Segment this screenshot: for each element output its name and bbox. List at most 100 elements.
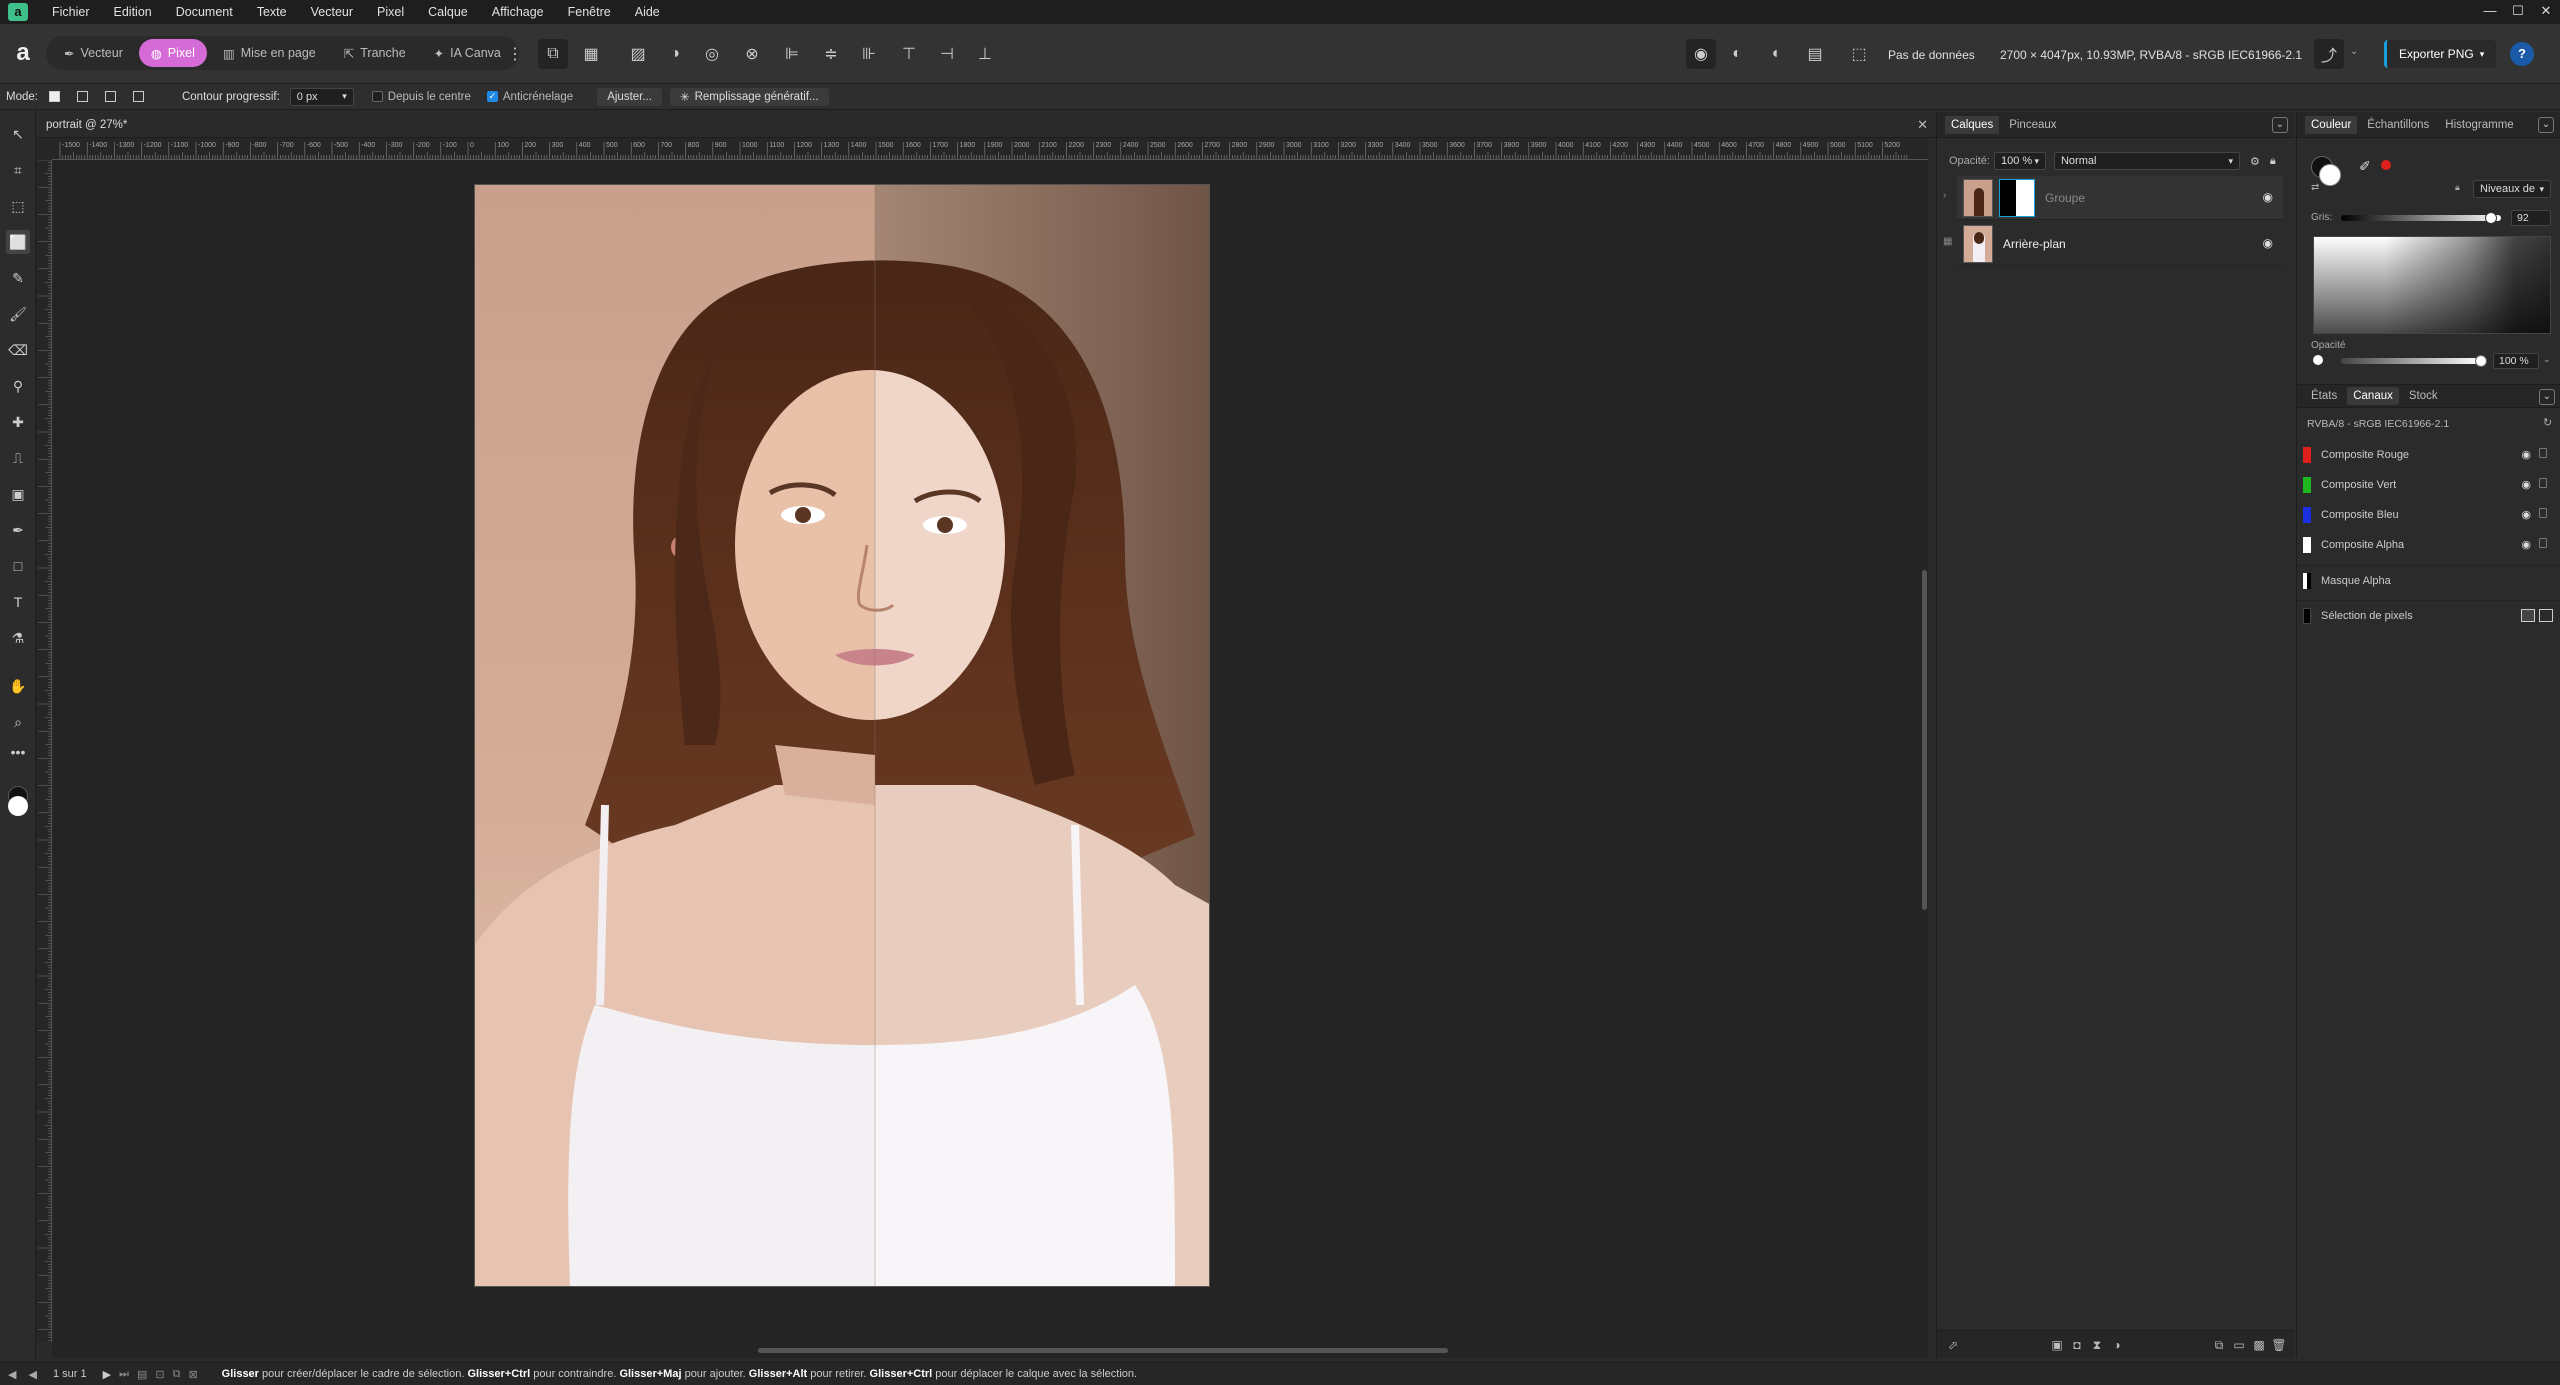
- panel-menu-icon[interactable]: ⌄: [2272, 117, 2288, 133]
- selection-mask-icon[interactable]: [2521, 609, 2535, 622]
- feather-input[interactable]: 0 px ▾: [289, 87, 354, 106]
- swap-colors-icon[interactable]: ⇄: [2311, 182, 2319, 193]
- expand-chevron-icon[interactable]: ›: [1943, 190, 1946, 201]
- mode-intersect-icon[interactable]: [128, 88, 150, 106]
- tab-echantillons[interactable]: Échantillons: [2361, 116, 2435, 134]
- prev-page-icon[interactable]: ◀: [28, 1368, 36, 1381]
- channel-row-vert[interactable]: Composite Vert ◉: [2297, 470, 2560, 500]
- view-eye-icon[interactable]: ◉: [1686, 39, 1716, 69]
- paint-brush-icon[interactable]: 🖌: [6, 302, 30, 326]
- antialias-checkbox[interactable]: ✓ Anticrénelage: [486, 91, 573, 103]
- align-center-icon[interactable]: ≑: [816, 39, 846, 69]
- tab-calques[interactable]: Calques: [1945, 115, 2000, 134]
- visibility-eye-icon[interactable]: ◉: [2263, 236, 2273, 250]
- opacity-slider-knob[interactable]: [2475, 355, 2487, 367]
- checker-icon[interactable]: ▩: [2251, 1337, 2267, 1353]
- page-add-icon[interactable]: ⊡: [155, 1368, 164, 1381]
- tab-canaux[interactable]: Canaux: [2347, 387, 2399, 405]
- primary-color-circle[interactable]: [2319, 164, 2341, 186]
- page-options-icon[interactable]: ▤: [137, 1368, 147, 1381]
- next-page-icon[interactable]: ▶: [103, 1368, 111, 1381]
- flood-select-icon[interactable]: ✎: [6, 266, 30, 290]
- layer-opacity-input[interactable]: 100 % ▾: [1993, 152, 2046, 170]
- document-tab[interactable]: portrait @ 27%* ✕: [36, 112, 1936, 138]
- adjustment-icon[interactable]: ◑: [660, 39, 690, 69]
- visibility-eye-icon[interactable]: ◉: [2521, 538, 2531, 551]
- scroll-thumb[interactable]: [758, 1348, 1448, 1353]
- clip-icon[interactable]: ⊗: [737, 39, 767, 69]
- lock-icon[interactable]: [2539, 448, 2547, 458]
- persona-pixel[interactable]: ◍ Pixel: [138, 39, 207, 67]
- channel-row-bleu[interactable]: Composite Bleu ◉: [2297, 500, 2560, 530]
- refresh-icon[interactable]: ↻: [2543, 416, 2552, 429]
- persona-vecteur[interactable]: ✒ Vecteur: [52, 39, 135, 67]
- menu-fenetre[interactable]: Fenêtre: [556, 5, 623, 19]
- minimize-button[interactable]: —: [2476, 0, 2504, 24]
- align-bottom-icon[interactable]: ⊥: [970, 39, 1000, 69]
- mode-subtract-icon[interactable]: [100, 88, 122, 106]
- color-field[interactable]: [2313, 236, 2551, 334]
- hand-tool-icon[interactable]: ✋: [6, 674, 30, 698]
- split-view-icon[interactable]: ◐: [1722, 39, 1752, 69]
- visibility-eye-icon[interactable]: ◉: [2263, 190, 2273, 204]
- tab-couleur[interactable]: Couleur: [2305, 115, 2358, 134]
- panel-menu-icon[interactable]: ⌄: [2539, 389, 2555, 405]
- menu-pixel[interactable]: Pixel: [365, 5, 416, 19]
- generative-fill-button[interactable]: ✳ Remplissage génératif...: [669, 87, 829, 106]
- mask-icon[interactable]: ◘: [2069, 1337, 2085, 1353]
- new-pixel-layer-icon[interactable]: ⧉: [2211, 1337, 2227, 1353]
- menu-fichier[interactable]: Fichier: [40, 5, 102, 19]
- selection-spare-icon[interactable]: [2539, 609, 2553, 622]
- align-top-icon[interactable]: ⊤: [894, 39, 924, 69]
- pen-tool-icon[interactable]: ✒: [6, 518, 30, 542]
- help-icon[interactable]: ?: [2510, 42, 2534, 66]
- channel-row-rouge[interactable]: Composite Rouge ◉: [2297, 440, 2560, 470]
- persona-tranche[interactable]: ⇱ Tranche: [332, 39, 418, 67]
- settings-gear-icon[interactable]: ⚙: [2250, 155, 2260, 168]
- adjust-button[interactable]: Ajuster...: [597, 87, 662, 106]
- maximize-button[interactable]: ☐: [2504, 0, 2532, 24]
- assistant-icon[interactable]: ⧉: [538, 39, 568, 69]
- live-filter-icon[interactable]: ◎: [697, 39, 727, 69]
- more-tools-icon[interactable]: •••: [6, 740, 30, 764]
- frames-icon[interactable]: ▤: [1800, 39, 1830, 69]
- menu-affichage[interactable]: Affichage: [480, 5, 556, 19]
- layer-row-arriere-plan[interactable]: ▦ Arrière-plan ◉: [1943, 222, 2283, 266]
- align-right-icon[interactable]: ⊪: [854, 39, 884, 69]
- opacity-slider[interactable]: [2341, 358, 2481, 364]
- lock-icon[interactable]: [2539, 508, 2547, 518]
- new-group-icon[interactable]: ▭: [2231, 1337, 2247, 1353]
- menu-aide[interactable]: Aide: [623, 5, 672, 19]
- lock-icon[interactable]: 🔒︎: [2455, 182, 2460, 193]
- prev-page-first-icon[interactable]: ◀: [8, 1368, 16, 1381]
- color-mode-select[interactable]: Niveaux de ▾: [2473, 180, 2551, 198]
- persona-mise-en-page[interactable]: ▥ Mise en page: [211, 39, 328, 67]
- color-picker-icon[interactable]: ⚗: [6, 626, 30, 650]
- text-tool-icon[interactable]: T: [6, 590, 30, 614]
- page-copy-icon[interactable]: ⧉: [173, 1368, 181, 1381]
- lock-icon[interactable]: [2539, 538, 2547, 548]
- erase-brush-icon[interactable]: ⌫: [6, 338, 30, 362]
- menu-edition[interactable]: Edition: [102, 5, 164, 19]
- move-tool-icon[interactable]: ↖: [6, 122, 30, 146]
- live-filter-layer-icon[interactable]: ◑: [2109, 1337, 2125, 1353]
- tab-histogramme[interactable]: Histogramme: [2439, 116, 2519, 134]
- gray-slider[interactable]: [2341, 215, 2501, 221]
- patch-tool-icon[interactable]: ▣: [6, 482, 30, 506]
- transform-tool-icon[interactable]: ⬚: [6, 194, 30, 218]
- lock-icon[interactable]: [2539, 478, 2547, 488]
- eyedropper-icon[interactable]: ✐: [2359, 158, 2371, 175]
- gray-value-input[interactable]: 92: [2511, 210, 2551, 226]
- horizontal-scrollbar[interactable]: [52, 1342, 1928, 1358]
- close-window-button[interactable]: ✕: [2532, 0, 2560, 24]
- vertical-ruler[interactable]: [36, 160, 52, 1342]
- rectangle-tool-icon[interactable]: □: [6, 554, 30, 578]
- opacity-value-input[interactable]: 100 %: [2493, 353, 2539, 369]
- visibility-eye-icon[interactable]: ◉: [2521, 508, 2531, 521]
- picked-color-dot[interactable]: [2381, 160, 2391, 170]
- clone-stamp-icon[interactable]: ⎍: [6, 446, 30, 470]
- tab-stock[interactable]: Stock: [2403, 387, 2444, 405]
- menu-texte[interactable]: Texte: [245, 5, 299, 19]
- from-center-checkbox[interactable]: Depuis le centre: [371, 91, 471, 103]
- share-dropdown-icon[interactable]: ⌄: [2350, 46, 2358, 57]
